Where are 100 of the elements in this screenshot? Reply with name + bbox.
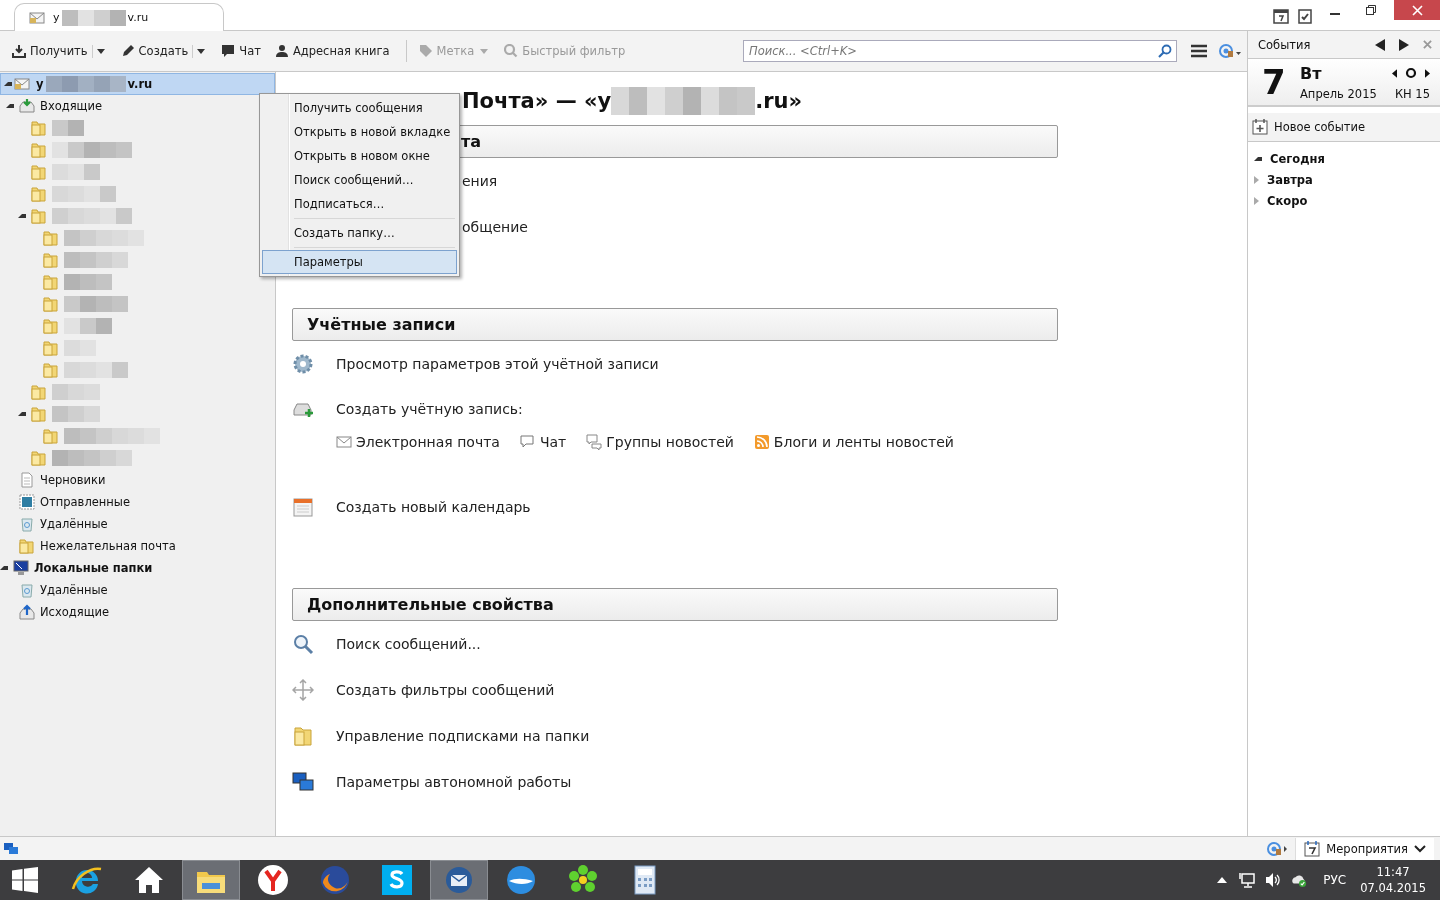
volume-icon[interactable] [1265,872,1282,888]
start-button[interactable] [12,867,38,893]
previous-arrow-icon[interactable] [1375,38,1385,51]
blurred-label [52,384,100,400]
chat-icon [519,434,536,450]
mail-tab[interactable]: y v.ru [14,3,224,31]
blurred-label [64,252,128,268]
folder-label[interactable]: Локальные папки [34,561,153,575]
expander-icon[interactable] [18,412,26,416]
close-icon[interactable] [1423,40,1432,49]
blurred-label [64,274,112,290]
menu-icon[interactable] [1191,44,1207,58]
folder-label[interactable]: Удалённые [40,517,108,531]
cloud-sync-icon[interactable] [1291,872,1308,888]
task-icon[interactable] [1296,7,1314,25]
expander-icon[interactable] [0,566,8,570]
write-button[interactable]: Создать [116,41,193,61]
new-event-button[interactable]: Новое событие [1248,113,1440,142]
expander-icon[interactable] [6,104,14,108]
action-link[interactable]: общение [462,219,528,235]
show-hidden-icons-icon[interactable] [1217,877,1228,883]
menu-item[interactable]: Подписаться… [262,192,457,216]
expander-icon[interactable] [1254,156,1262,161]
weekday-label: Вт [1300,63,1322,83]
action-link[interactable]: Просмотр параметров этой учётной записи [336,356,659,372]
trash-folder-icon [19,582,35,598]
firefox-icon [318,863,352,897]
clock[interactable]: 11:47 07.04.2015 [1360,864,1426,896]
account-type-link[interactable]: Группы новостей [586,434,734,450]
folder-label[interactable]: Входящие [40,99,102,113]
status-at-icon[interactable] [1219,43,1241,59]
calendar-icon [1304,840,1321,857]
filter-icon [504,44,519,58]
language-indicator[interactable]: РУС [1323,873,1347,887]
network-icon[interactable] [1239,872,1256,888]
close-button[interactable] [1394,0,1440,20]
write-icon [120,44,135,58]
search-icon[interactable] [1158,44,1172,58]
event-group-label[interactable]: Завтра [1267,172,1313,187]
chat-icon [221,44,236,58]
get-button[interactable]: Получить [8,41,92,61]
folder-icon [31,384,47,400]
folder-icon [43,230,59,246]
action-link[interactable]: ения [462,173,498,189]
folder-label[interactable]: Исходящие [40,605,110,619]
expander-icon[interactable] [18,214,26,218]
tab-title-start: y [53,11,60,24]
account-type-link[interactable]: Чат [519,434,567,450]
taskbar-button[interactable] [430,860,488,900]
folder-icon [31,142,47,158]
menu-item[interactable]: Поиск сообщений… [262,168,457,192]
folder-icon [31,406,47,422]
envelope-icon [14,76,30,92]
blurred-label [52,186,116,202]
folder-icon [31,164,47,180]
account-row[interactable]: y v.ru [0,73,275,95]
folder-icon [43,362,59,378]
today-icon[interactable] [1405,67,1417,79]
caret-icon [197,48,206,54]
folder-icon [43,252,59,268]
action-link[interactable]: Параметры автономной работы [336,774,572,790]
feed-icon [753,434,770,450]
blurred-label [52,164,100,180]
next-arrow-icon[interactable] [1399,38,1409,51]
folder-label[interactable]: Отправленные [40,495,130,509]
account-type-link[interactable]: Блоги и ленты новостей [753,434,954,450]
folder-label[interactable]: Удалённые [40,583,108,597]
status-at-icon[interactable] [1267,840,1290,857]
outbox-folder-icon [19,604,35,620]
section-header: Учётные записи [292,308,1058,341]
folder-label[interactable]: Нежелательная почта [40,539,176,553]
action-link[interactable]: Поиск сообщений... [336,636,481,652]
close-icon [1411,4,1423,16]
mail-icon [336,434,352,450]
action-link[interactable]: Создать учётную запись: [336,401,523,417]
action-link[interactable]: Создать фильтры сообщений [336,682,555,698]
next-day-icon[interactable] [1425,68,1430,78]
chat-button[interactable]: Чат [217,41,265,61]
event-group-label[interactable]: Скоро [1267,193,1308,208]
event-group-label[interactable]: Сегодня [1270,151,1325,166]
search-field[interactable]: Поиск... <Ctrl+K> [743,40,1177,62]
folder-icon [43,318,59,334]
blurred-label [64,318,112,334]
offline-status-icon[interactable] [4,841,18,856]
address-icon [274,44,289,58]
folder-label[interactable]: Черновики [40,473,106,487]
address-button[interactable]: Адресная книга [270,41,394,61]
menu-item[interactable]: Создать папку… [262,221,457,245]
blurred-label [61,9,126,26]
calendar-icon[interactable] [1272,7,1290,25]
events-button[interactable]: Мероприятия [1295,837,1434,860]
settings-icon [292,353,314,375]
previous-day-icon[interactable] [1392,68,1397,78]
folder-icon [43,274,59,290]
account-type-link[interactable]: Электронная почта [336,434,500,450]
action-link[interactable]: Управление подписками на папки [336,728,590,744]
menu-item[interactable]: Параметры [262,250,457,274]
menu-item[interactable]: Получить сообщения [262,96,457,120]
action-link[interactable]: Создать новый календарь [336,499,531,515]
yandex-icon [256,863,290,897]
